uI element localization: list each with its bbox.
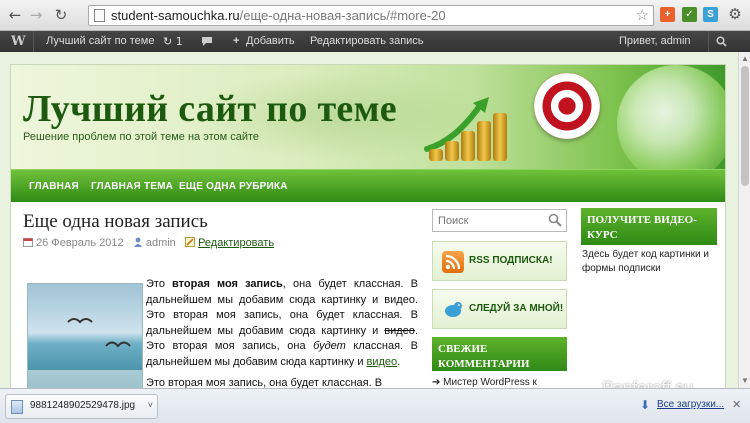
scroll-up-arrow-icon[interactable]: ▲	[741, 54, 749, 63]
sidebar-search	[432, 209, 567, 232]
scrollbar-thumb[interactable]	[741, 66, 749, 186]
author-icon	[130, 237, 146, 249]
all-downloads-link[interactable]: Все загрузки...	[657, 399, 724, 410]
strikethrough-text: видео	[384, 324, 415, 337]
updates-count: 1	[175, 35, 183, 48]
seagull-icon	[28, 318, 142, 388]
url-domain: student-samouchka.ru	[111, 8, 240, 23]
calendar-icon	[23, 237, 36, 249]
page-scrollbar[interactable]: ▲ ▼	[738, 52, 750, 388]
comments-icon[interactable]	[201, 31, 213, 52]
recent-comments-heading: СВЕЖИЕ КОММЕНТАРИИ	[432, 337, 567, 371]
browser-toolbar: ← → ↻ student-samouchka.ru/еще-одна-нова…	[0, 0, 750, 31]
url-path: /еще-одна-новая-запись/#more-20	[239, 8, 446, 23]
rss-icon	[442, 251, 464, 273]
twitter-bird-icon	[445, 302, 464, 317]
nav-another-category[interactable]: ЕЩЕ ОДНА РУБРИКА	[179, 170, 288, 203]
italic-text: будет	[313, 340, 346, 352]
video-link[interactable]: видео	[367, 356, 398, 368]
post-paragraph-1: Это вторая моя запись, она будет классна…	[146, 277, 418, 370]
wrench-icon[interactable]: ⚙	[726, 5, 744, 23]
text-segment: .	[397, 355, 401, 368]
wordpress-logo-icon[interactable]: W	[11, 31, 27, 52]
back-icon[interactable]: ←	[6, 6, 24, 24]
edit-pencil-icon	[182, 237, 198, 249]
post-image-seagulls[interactable]	[27, 283, 143, 388]
address-bar[interactable]: student-samouchka.ru/еще-одна-новая-запи…	[88, 5, 654, 26]
wp-admin-bar: W Лучший сайт по теме ↻ 1 + Добавить Ред…	[0, 31, 750, 52]
post-meta: 26 Февраль 2012 admin Редактировать	[23, 237, 274, 249]
rss-widget[interactable]: RSS ПОДПИСКА!	[432, 241, 567, 281]
target-icon	[534, 73, 600, 139]
bold-text: вторая моя запись	[172, 278, 283, 290]
add-new-link[interactable]: Добавить	[246, 31, 295, 52]
close-download-bar-icon[interactable]: ✕	[732, 398, 741, 411]
nav-home[interactable]: ГЛАВНАЯ	[29, 170, 79, 203]
downloads-arrow-icon: ⬇	[640, 398, 651, 412]
post-paragraph-2: Это вторая моя запись, она будет классна…	[146, 377, 383, 388]
twitter-follow-widget[interactable]: СЛЕДУЙ ЗА МНОЙ!	[432, 289, 567, 329]
page-icon	[94, 9, 105, 22]
scroll-down-arrow-icon[interactable]: ▼	[741, 376, 749, 385]
admin-site-name[interactable]: Лучший сайт по теме	[46, 31, 154, 52]
video-course-heading: ПОЛУЧИТЕ ВИДЕО-КУРС	[581, 208, 717, 245]
post-author[interactable]: admin	[146, 237, 176, 249]
recent-comment-text: Мистер WordPress к	[443, 377, 537, 388]
site-description: Решение проблем по этой теме на этом сай…	[23, 131, 260, 143]
globe-decoration	[617, 65, 725, 169]
howdy-user[interactable]: Привет, admin	[619, 31, 691, 52]
url-text: student-samouchka.ru/еще-одна-новая-запи…	[111, 8, 446, 23]
download-shelf: 9881248902529478.jpg ˅ ⬇ Все загрузки...…	[0, 388, 750, 423]
rss-label: RSS ПОДПИСКА!	[469, 255, 553, 266]
download-filename: 9881248902529478.jpg	[30, 400, 136, 411]
video-course-text: Здесь будет код картинки и формы подписк…	[582, 249, 709, 274]
recent-comment-item[interactable]: ➔ Мистер WordPress к	[432, 376, 537, 388]
extension-skype-icon[interactable]: S	[703, 7, 718, 22]
site-title[interactable]: Лучший сайт по теме	[23, 87, 397, 131]
download-item[interactable]: 9881248902529478.jpg ˅	[5, 394, 158, 419]
search-input[interactable]	[433, 210, 545, 231]
edit-post-link-inline[interactable]: Редактировать	[198, 237, 274, 249]
post-title[interactable]: Еще одна новая запись	[23, 211, 208, 233]
bookmark-star-icon[interactable]: ☆	[636, 6, 649, 24]
site-header: Лучший сайт по теме Решение проблем по э…	[11, 65, 725, 169]
updates-icon[interactable]: ↻ 1	[163, 31, 183, 52]
nav-main-topic[interactable]: ГЛАВНАЯ ТЕМА	[91, 170, 173, 203]
admin-search-icon[interactable]	[716, 31, 727, 52]
main-navigation: ГЛАВНАЯ ГЛАВНАЯ ТЕМА ЕЩЕ ОДНА РУБРИКА	[11, 169, 725, 202]
page-viewport: Лучший сайт по теме Решение проблем по э…	[0, 52, 738, 388]
add-new-icon[interactable]: +	[233, 31, 239, 52]
extension-shield-icon[interactable]: ✓	[682, 7, 697, 22]
image-file-icon	[11, 400, 23, 414]
post-date: 26 Февраль 2012	[36, 237, 124, 249]
text-segment: Это	[146, 278, 173, 290]
forward-icon[interactable]: →	[27, 6, 45, 24]
extension-plus-icon[interactable]: +	[660, 7, 675, 22]
download-menu-chevron-icon[interactable]: ˅	[148, 400, 153, 410]
follow-label: СЛЕДУЙ ЗА МНОЙ!	[469, 303, 564, 314]
edit-post-link[interactable]: Редактировать запись	[310, 31, 424, 52]
reload-icon[interactable]: ↻	[52, 6, 70, 24]
site-container: Лучший сайт по теме Решение проблем по э…	[10, 64, 726, 388]
search-icon[interactable]	[548, 213, 562, 227]
